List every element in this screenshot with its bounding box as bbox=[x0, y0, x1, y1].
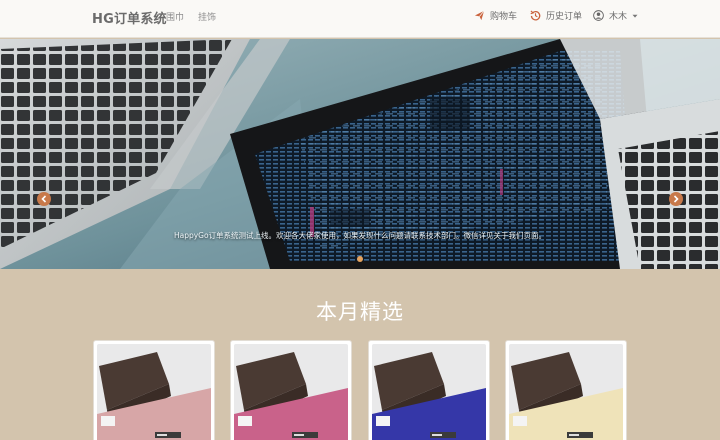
caret-down-icon bbox=[632, 14, 638, 18]
nav-link-ornaments[interactable]: 挂饰 bbox=[198, 10, 216, 23]
user-menu-dropdown[interactable]: 木木 bbox=[593, 9, 638, 22]
cart-link[interactable]: 购物车 bbox=[474, 9, 517, 22]
product-image bbox=[372, 344, 486, 440]
product-image bbox=[97, 344, 211, 440]
send-icon bbox=[474, 10, 485, 21]
history-icon bbox=[530, 10, 541, 21]
product-card[interactable] bbox=[505, 340, 627, 440]
carousel-indicator[interactable] bbox=[357, 256, 363, 262]
carousel-next-button[interactable] bbox=[669, 192, 683, 206]
carousel-caption: HappyGo订单系统测试上线。欢迎各大佬家使用，如果发现什么问题请联系技术部门… bbox=[173, 231, 547, 240]
hero-carousel[interactable]: HappyGo订单系统测试上线。欢迎各大佬家使用，如果发现什么问题请联系技术部门… bbox=[0, 39, 720, 269]
user-name: 木木 bbox=[609, 12, 628, 22]
section-title: 本月精选 bbox=[316, 300, 404, 324]
nav-link-scarves[interactable]: 围巾 bbox=[166, 10, 184, 23]
chevron-right-icon bbox=[673, 195, 679, 203]
cart-label: 购物车 bbox=[490, 12, 518, 22]
history-orders-link[interactable]: 历史订单 bbox=[530, 9, 582, 22]
chevron-left-icon bbox=[41, 195, 47, 203]
product-card[interactable] bbox=[230, 340, 352, 440]
product-image bbox=[509, 344, 623, 440]
brand-logo[interactable]: HG订单系统 bbox=[92, 8, 167, 27]
product-image bbox=[234, 344, 348, 440]
carousel-prev-button[interactable] bbox=[37, 192, 51, 206]
navbar: HG订单系统 围巾 挂饰 购物车 历史订单 木木 bbox=[0, 0, 720, 38]
user-avatar-icon bbox=[593, 10, 604, 21]
product-card[interactable] bbox=[368, 340, 490, 440]
history-label: 历史订单 bbox=[546, 12, 583, 22]
product-card[interactable] bbox=[93, 340, 215, 440]
